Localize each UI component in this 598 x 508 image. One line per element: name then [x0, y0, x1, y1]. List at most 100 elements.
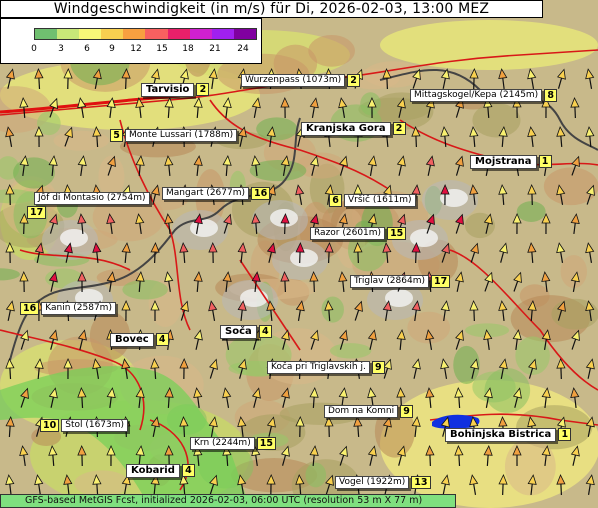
elevation-patch: [504, 437, 556, 496]
station-triglav[interactable]: Triglav (2864m) 17: [350, 275, 451, 288]
snow-peak: [410, 229, 438, 247]
forest-area: [516, 201, 546, 222]
station-label: Tarvisio: [141, 82, 195, 97]
station-label: Bohinjska Bistrica: [445, 427, 557, 442]
legend-color-segment: [79, 29, 102, 39]
station-wind-value: 6: [329, 194, 342, 207]
legend-tick: 0: [31, 44, 37, 54]
station-jof-di-montasio[interactable]: Jôf di Montasio (2754m): [34, 192, 150, 205]
map-title: Windgeschwindigkeit (in m/s) für Di, 202…: [0, 0, 543, 18]
station-vrsic[interactable]: Vršič (1611m) 6: [329, 194, 416, 207]
legend-color-segment: [233, 29, 256, 39]
legend-tick: 12: [130, 44, 142, 54]
legend-tick: 6: [84, 44, 90, 54]
station-label: Vršič (1611m): [344, 194, 416, 207]
station-wind-value: 9: [371, 361, 385, 374]
legend-color-segment: [35, 29, 58, 39]
station-label: Mittagskogel/Kepa (2145m): [410, 89, 543, 102]
legend-tick: 24: [237, 44, 249, 54]
station-dom-na-komni[interactable]: Dom na Komni 9: [324, 405, 414, 418]
station-label: Koča pri Triglavskih j.: [267, 361, 370, 374]
station-bohinjska-bistrica[interactable]: Bohinjska Bistrica 1: [445, 427, 572, 442]
elevation-patch: [74, 470, 130, 497]
station-wind-value: 4: [181, 464, 195, 477]
station-label: Jôf di Montasio (2754m): [34, 192, 150, 205]
station-wurzenpass[interactable]: Wurzenpass (1073m) 2: [241, 74, 361, 87]
station-wind-value: 1: [538, 155, 552, 168]
elevation-patch: [551, 298, 598, 330]
station-mangart[interactable]: Mangart (2677m) 16: [162, 187, 271, 200]
station-label: Kanin (2587m): [41, 302, 116, 315]
station-kobarid[interactable]: Kobarid 4: [126, 463, 195, 478]
elevation-patch: [472, 103, 521, 138]
station-wind-value: 16: [251, 187, 271, 200]
station-wind-value: 4: [155, 333, 169, 346]
station-tarvisio[interactable]: Tarvisio 2: [141, 82, 210, 97]
wind-map: Windgeschwindigkeit (in m/s) für Di, 202…: [0, 0, 598, 508]
station-wind-value: 16: [20, 302, 40, 315]
station-wind-value: 10: [40, 419, 60, 432]
station-label: Monte Lussari (1788m): [125, 129, 238, 142]
station-bovec[interactable]: Bovec 4: [110, 332, 169, 347]
station-wind-value: 9: [400, 405, 414, 418]
legend-tick: 9: [109, 44, 115, 54]
legend-tick: 21: [209, 44, 221, 54]
station-label: Vogel (1922m): [335, 476, 410, 489]
station-kanin[interactable]: Kanin (2587m) 16: [20, 302, 116, 315]
legend-color-segment: [57, 29, 80, 39]
station-wind-value: 15: [387, 227, 407, 240]
station-wind-value: 15: [256, 437, 276, 450]
station-wind-value: 2: [347, 74, 361, 87]
station-stol[interactable]: Stol (1673m) 10: [40, 419, 129, 432]
station-wind-value: 17: [431, 275, 451, 288]
station-label: Kobarid: [126, 463, 180, 478]
forest-area: [13, 157, 55, 189]
station-label: Dom na Komni: [324, 405, 399, 418]
forecast-source-footer: GFS-based MetGIS Fcst, initialized 2026-…: [0, 494, 456, 508]
station-soca[interactable]: Soča 4: [220, 324, 272, 339]
elevation-patch: [560, 254, 588, 289]
station-wind-value: 1: [558, 428, 572, 441]
forest-area: [122, 279, 168, 300]
legend-color-segment: [189, 29, 212, 39]
station-monte-lussari[interactable]: Monte Lussari (1788m) 5: [110, 129, 238, 142]
legend-color-segment: [145, 29, 168, 39]
legend-tick: 3: [58, 44, 64, 54]
station-label: Mangart (2677m): [162, 187, 249, 200]
station-label: Krn (2244m): [190, 437, 255, 450]
station-wind-value: 13: [411, 476, 431, 489]
station-label: Soča: [220, 324, 257, 339]
station-razor[interactable]: Razor (2601m) 15: [310, 227, 407, 240]
station-wind-value: 2: [392, 122, 406, 135]
station-vogel[interactable]: Vogel (1922m) 13: [335, 476, 431, 489]
station-label: Mojstrana: [470, 154, 537, 169]
station-krn[interactable]: Krn (2244m) 15: [190, 437, 276, 450]
forest-area: [305, 462, 327, 488]
station-wind-value: 5: [110, 129, 123, 142]
forest-area: [256, 117, 298, 141]
legend-tick: 18: [182, 44, 194, 54]
legend-tick: 15: [156, 44, 168, 54]
snow-peak: [190, 219, 218, 237]
station-label: Wurzenpass (1073m): [241, 74, 346, 87]
legend-color-segment: [167, 29, 190, 39]
station-wind-value: 4: [258, 325, 272, 338]
station-kranjska-gora[interactable]: Kranjska Gora 2: [301, 121, 406, 136]
wind-speed-legend: 0 3 6 9 12 15 18 21 24: [0, 18, 262, 64]
station-jof-di-montasio-value: 17: [27, 206, 47, 219]
station-label: Stol (1673m): [61, 419, 129, 432]
station-wind-value: 8: [544, 89, 558, 102]
legend-color-bar: [34, 28, 257, 40]
forest-area: [484, 368, 531, 413]
station-label: Razor (2601m): [310, 227, 386, 240]
station-mojstrana[interactable]: Mojstrana 1: [470, 154, 552, 169]
station-koca-pri-triglavskih[interactable]: Koča pri Triglavskih j. 9: [267, 361, 385, 374]
elevation-patch: [543, 167, 598, 206]
forest-area: [329, 343, 372, 359]
station-wind-value: 17: [27, 206, 47, 219]
station-wind-value: 2: [196, 83, 210, 96]
station-mittagskogel[interactable]: Mittagskogel/Kepa (2145m) 8: [410, 89, 558, 102]
legend-color-segment: [101, 29, 124, 39]
legend-color-segment: [123, 29, 146, 39]
legend-color-segment: [211, 29, 234, 39]
